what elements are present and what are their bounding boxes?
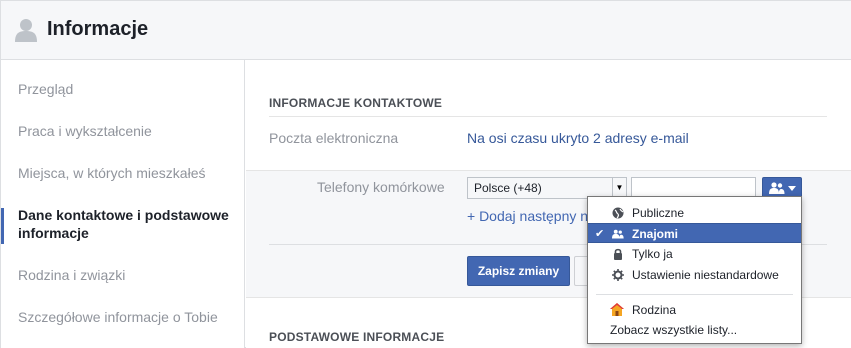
- menu-divider: [596, 294, 793, 295]
- house-icon: [610, 303, 624, 316]
- friends-icon: [769, 182, 785, 194]
- sidebar-item-contact-basic-info[interactable]: Dane kontaktowe i podstawowe informacje: [18, 206, 243, 242]
- person-icon: [15, 19, 37, 42]
- menu-item-friends[interactable]: ✔ Znajomi: [588, 223, 801, 243]
- dropdown-arrow-icon: ▼: [612, 178, 626, 198]
- page-header: Informacje: [1, 1, 851, 60]
- country-code-value: Polsce (+48): [474, 181, 542, 195]
- email-label: Poczta elektroniczna: [269, 130, 399, 146]
- phones-label: Telefony komórkowe: [317, 179, 445, 195]
- menu-item-label: Znajomi: [632, 227, 679, 241]
- menu-item-label: Ustawienie niestandardowe: [632, 268, 779, 282]
- sidebar-item-family-relationships[interactable]: Rodzina i związki: [18, 266, 125, 284]
- sidebar-item-work-education[interactable]: Praca i wykształcenie: [18, 122, 152, 140]
- about-sidebar: Przegląd Praca i wykształcenie Miejsca, …: [1, 60, 245, 348]
- menu-item-family-list[interactable]: Rodzina: [588, 300, 801, 320]
- audience-menu: Publiczne ✔ Znajomi Tylko ja Ustawienie …: [587, 196, 802, 344]
- about-page: Informacje Przegląd Praca i wykształceni…: [0, 0, 851, 348]
- chevron-down-icon: [788, 186, 796, 191]
- menu-item-custom[interactable]: Ustawienie niestandardowe: [588, 265, 801, 285]
- basic-info-section-title: PODSTAWOWE INFORMACJE: [269, 330, 445, 344]
- section-divider: [269, 116, 827, 117]
- menu-item-only-me[interactable]: Tylko ja: [588, 244, 801, 264]
- page-title: Informacje: [47, 18, 149, 40]
- friends-icon: [612, 229, 624, 239]
- sidebar-item-overview[interactable]: Przegląd: [18, 80, 73, 98]
- checkmark-icon: ✔: [595, 228, 605, 240]
- menu-item-label: Rodzina: [632, 303, 677, 317]
- menu-item-label: Tylko ja: [632, 247, 673, 261]
- sidebar-item-details-about-you[interactable]: Szczegółowe informacje o Tobie: [18, 308, 218, 326]
- see-all-lists-link[interactable]: Zobacz wszystkie listy...: [610, 323, 737, 337]
- active-indicator: [1, 208, 4, 244]
- add-phone-link[interactable]: + Dodaj następny n: [467, 208, 589, 224]
- contact-section-title: INFORMACJE KONTAKTOWE: [269, 96, 443, 110]
- globe-icon: [612, 207, 624, 219]
- menu-item-label: Publiczne: [632, 206, 685, 220]
- save-changes-button[interactable]: Zapisz zmiany: [467, 256, 570, 286]
- lock-icon: [614, 248, 622, 260]
- menu-item-public[interactable]: Publiczne: [588, 203, 801, 223]
- sidebar-item-places-lived[interactable]: Miejsca, w których mieszkałeś: [18, 164, 206, 182]
- gear-icon: [612, 269, 624, 281]
- email-hidden-link[interactable]: Na osi czasu ukryto 2 adresy e-mail: [467, 130, 689, 146]
